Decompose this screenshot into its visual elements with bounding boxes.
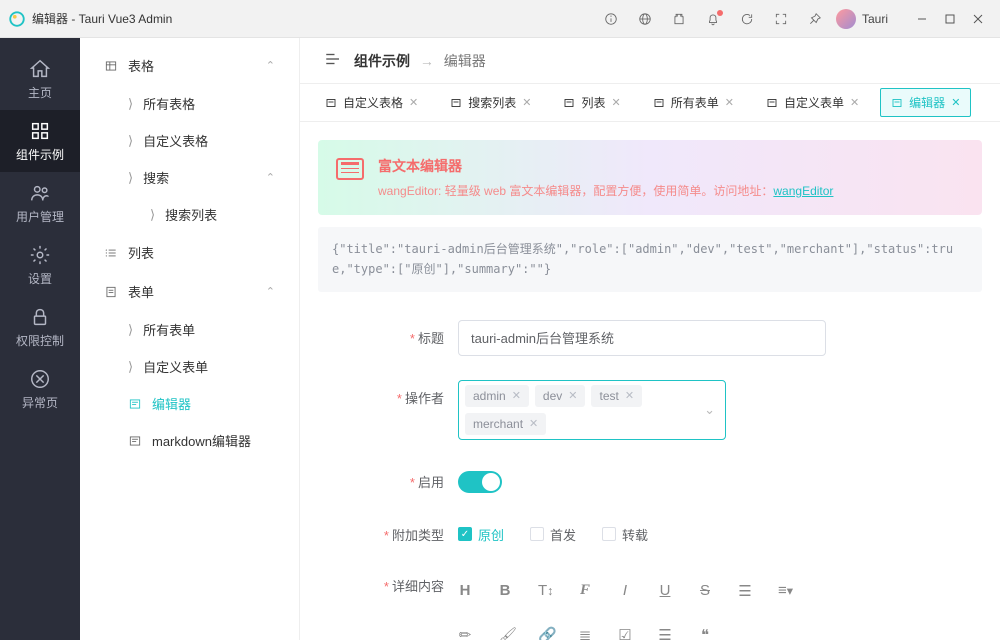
banner-title: 富文本编辑器 [378,156,833,176]
tab[interactable]: 搜索列表✕ [439,88,542,117]
close-icon[interactable]: ✕ [611,96,620,109]
avatar-icon [836,9,856,29]
user-menu[interactable]: Tauri [836,9,888,29]
chevron-up-icon: ⌃ [266,59,275,72]
title-input[interactable] [458,320,826,356]
rail-users[interactable]: 用户管理 [0,172,80,234]
enable-switch[interactable] [458,471,502,493]
color-icon[interactable]: ✏ [458,626,472,640]
sidebar-group-tables[interactable]: 表格 ⌃ [80,46,299,85]
pin-icon[interactable] [808,12,822,26]
close-button[interactable] [964,5,992,33]
role-tag: admin ✕ [465,385,529,407]
close-icon[interactable]: ✕ [409,96,418,109]
menu-toggle-icon[interactable] [324,50,342,71]
fontfamily-icon[interactable]: F [578,582,592,600]
tab[interactable]: 自定义表单✕ [755,88,870,117]
indent-icon[interactable]: ☰ [738,582,752,600]
chevron-up-icon: ⌃ [266,171,275,184]
rail-permission[interactable]: 权限控制 [0,296,80,358]
role-tag: test ✕ [591,385,642,407]
sidebar-search-list[interactable]: ⟩搜索列表 [80,196,299,233]
rail-home[interactable]: 主页 [0,48,80,110]
fontsize-icon[interactable]: T↕ [538,582,552,600]
role-tag: dev ✕ [535,385,586,407]
sidebar-group-list[interactable]: 列表 [80,233,299,272]
checkbox[interactable]: 首发 [530,525,576,544]
rail-components[interactable]: 组件示例 [0,110,80,172]
rail-errors[interactable]: 异常页 [0,358,80,420]
sidebar-markdown[interactable]: markdown编辑器 [80,422,299,459]
type-checkboxes: ✓原创 首发 转载 [458,525,648,544]
app-logo-icon [8,10,26,28]
globe-icon[interactable] [638,12,652,26]
bell-icon[interactable] [706,12,720,26]
role-multiselect[interactable]: admin ✕ dev ✕test ✕ merchant ✕ ⌄ [458,380,726,440]
tab[interactable]: 列表✕ [552,88,631,117]
json-preview: {"title":"tauri-admin后台管理系统","role":["ad… [318,227,982,292]
remove-tag-icon[interactable]: ✕ [625,389,634,402]
quote-icon[interactable]: ❝ [698,626,712,640]
checkbox[interactable]: 转载 [602,525,648,544]
app-icon[interactable] [672,12,686,26]
sidebar-group-form[interactable]: 表单 ⌃ [80,272,299,311]
banner-desc: wangEditor: 轻量级 web 富文本编辑器，配置方便，使用简单。访问地… [378,182,833,199]
chevron-down-icon[interactable]: ⌄ [704,402,715,418]
role-tag: merchant ✕ [465,413,546,435]
titlebar: 编辑器 - Tauri Vue3 Admin Tauri [0,0,1000,38]
highlight-icon[interactable]: 🖌 [498,626,512,640]
check-icon[interactable]: ☑ [618,626,632,640]
expand-icon[interactable] [774,12,788,26]
tab[interactable]: 编辑器✕ [880,88,971,117]
refresh-icon[interactable] [740,12,754,26]
close-icon[interactable]: ✕ [725,96,734,109]
align-icon[interactable]: ≡▾ [778,582,792,600]
sidebar-all-tables[interactable]: ⟩所有表格 [80,85,299,122]
emoji-icon[interactable]: ☰ [658,626,672,640]
list-icon[interactable]: ≣ [578,626,592,640]
sidebar-editor[interactable]: 编辑器 [80,385,299,422]
remove-tag-icon[interactable]: ✕ [529,417,538,430]
sidebar: 表格 ⌃ ⟩所有表格 ⟩自定义表格 ⟩搜索⌃ ⟩搜索列表 列表 表单 ⌃ ⟩所有… [80,38,300,640]
bold-icon[interactable]: B [498,582,512,600]
form: *标题 *操作者 admin ✕dev ✕test ✕merchant ✕⌄ *… [318,320,982,640]
window-controls [908,5,992,33]
breadcrumb-bar: 组件示例 → 编辑器 [300,38,1000,84]
strike-icon[interactable]: S [698,582,712,600]
remove-tag-icon[interactable]: ✕ [568,389,577,402]
rail-settings[interactable]: 设置 [0,234,80,296]
heading-icon[interactable]: H [458,582,472,600]
checkbox[interactable]: ✓原创 [458,525,504,544]
close-icon[interactable]: ✕ [522,96,531,109]
editor-toolbar: H B T↕ F I U S ☰ ≡▾ ✏ 🖌 🔗 ≣ [458,574,818,640]
underline-icon[interactable]: U [658,582,672,600]
italic-icon[interactable]: I [618,582,632,600]
breadcrumb: 组件示例 → 编辑器 [354,51,486,71]
remove-tag-icon[interactable]: ✕ [512,389,521,402]
banner-link[interactable]: wangEditor [773,184,833,198]
sidebar-all-forms[interactable]: ⟩所有表单 [80,311,299,348]
nav-rail: 主页 组件示例 用户管理 设置 权限控制 异常页 [0,38,80,640]
info-icon[interactable] [604,12,618,26]
sidebar-custom-form[interactable]: ⟩自定义表单 [80,348,299,385]
tabs: 自定义表格✕ 搜索列表✕ 列表✕ 所有表单✕ 自定义表单✕ 编辑器✕ [300,84,1000,122]
chevron-up-icon: ⌃ [266,285,275,298]
titlebar-actions [604,12,822,26]
close-icon[interactable]: ✕ [951,96,960,109]
window-title: 编辑器 - Tauri Vue3 Admin [32,10,172,27]
sidebar-search[interactable]: ⟩搜索⌃ [80,159,299,196]
minimize-button[interactable] [908,5,936,33]
main-content: 富文本编辑器 wangEditor: 轻量级 web 富文本编辑器，配置方便，使… [300,122,1000,640]
editor-icon [336,158,364,180]
username: Tauri [862,12,888,26]
info-banner: 富文本编辑器 wangEditor: 轻量级 web 富文本编辑器，配置方便，使… [318,140,982,215]
close-icon[interactable]: ✕ [850,96,859,109]
tab[interactable]: 自定义表格✕ [314,88,429,117]
link-icon[interactable]: 🔗 [538,626,552,640]
maximize-button[interactable] [936,5,964,33]
sidebar-custom-table[interactable]: ⟩自定义表格 [80,122,299,159]
tab[interactable]: 所有表单✕ [642,88,745,117]
